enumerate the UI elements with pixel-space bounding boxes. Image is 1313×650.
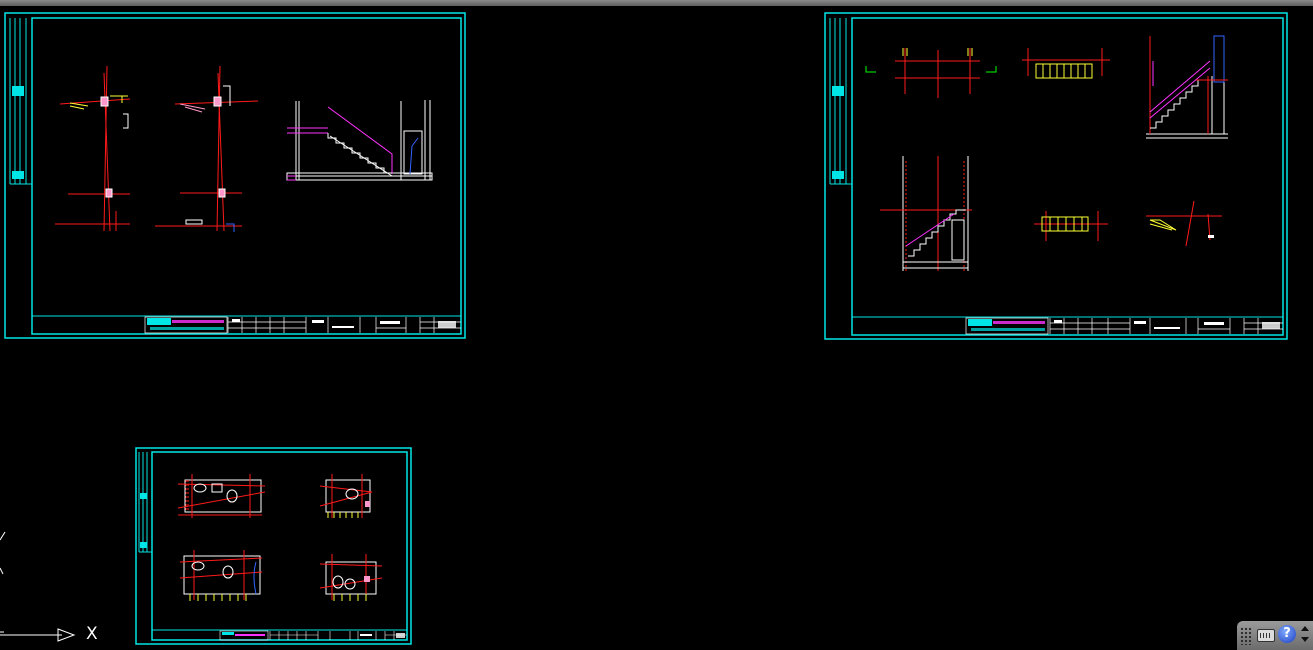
model-space[interactable] — [0, 6, 1313, 650]
keyboard-icon[interactable] — [1257, 629, 1275, 642]
sheet-3-left-strip — [138, 452, 152, 553]
sheet-3-toilet-plan-d — [319, 554, 383, 601]
sheet-1-detail-b — [155, 65, 259, 232]
help-icon[interactable]: ? — [1278, 625, 1296, 643]
sheet-2-stair-section — [880, 156, 972, 271]
sheet-2-plan-detail — [865, 48, 997, 98]
sheet-1-left-strip — [9, 18, 32, 185]
sheet-3-toilet-plan-a — [177, 474, 266, 518]
sheet-1-detail-a — [55, 65, 131, 232]
sheet-1-title-block — [32, 315, 461, 334]
sheet-1-stair-section — [286, 100, 433, 181]
drawing-canvas[interactable] — [0, 6, 1313, 650]
drawing-sheet-3[interactable] — [135, 447, 412, 645]
sheet-2-nosing-detail — [1146, 200, 1222, 247]
sheet-2-stair-elevation — [1146, 35, 1228, 139]
sheet-3-title-block — [152, 629, 407, 641]
status-bar-tray: ? — [1237, 621, 1313, 650]
ucs-y-axis-fragment — [0, 531, 6, 575]
sheet-2-title-block — [852, 316, 1283, 335]
drawing-sheet-1[interactable] — [4, 12, 466, 339]
sheet-2-tread-detail — [1034, 211, 1108, 241]
sheet-3-toilet-plan-b — [319, 474, 373, 518]
drawing-sheet-2[interactable] — [824, 12, 1288, 340]
up-down-arrow-icon[interactable] — [1300, 626, 1310, 646]
sheet-2-railing-detail — [1022, 48, 1110, 79]
sheet-3-toilet-plan-c — [179, 550, 263, 601]
tray-grip-icon[interactable] — [1240, 627, 1252, 645]
ucs-x-axis-label: X — [86, 624, 98, 644]
sheet-2-left-strip — [829, 18, 852, 185]
